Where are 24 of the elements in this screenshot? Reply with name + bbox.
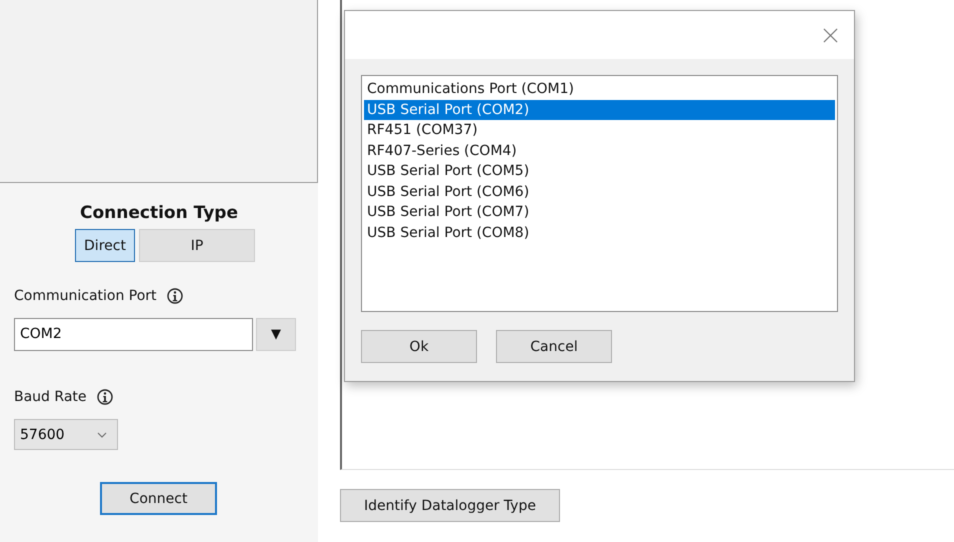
- field-label: Communication Port: [14, 288, 157, 304]
- connection-type-tab[interactable]: IP: [139, 229, 255, 262]
- field-label: Baud Rate: [14, 389, 86, 405]
- baud-rate-dropdown[interactable]: 57600: [14, 419, 118, 450]
- dialog-button[interactable]: Cancel: [496, 330, 612, 363]
- port-list-item[interactable]: USB Serial Port (COM8): [364, 222, 835, 243]
- connection-type-tab[interactable]: Direct: [75, 229, 135, 262]
- identify-datalogger-button[interactable]: Identify Datalogger Type: [340, 489, 560, 522]
- port-list-item[interactable]: USB Serial Port (COM7): [364, 202, 835, 222]
- info-icon[interactable]: [166, 288, 183, 304]
- port-list-item[interactable]: RF451 (COM37): [364, 120, 835, 140]
- chevron-down-icon: [97, 432, 107, 438]
- port-list-item[interactable]: Communications Port (COM1): [364, 79, 835, 100]
- section-title: Connection Type: [79, 203, 239, 223]
- port-list-item[interactable]: RF407-Series (COM4): [364, 140, 835, 161]
- port-list-item[interactable]: USB Serial Port (COM5): [364, 161, 835, 182]
- close-icon[interactable]: [823, 28, 838, 42]
- port-list-item[interactable]: USB Serial Port (COM2): [364, 100, 835, 120]
- port-list-item[interactable]: USB Serial Port (COM6): [364, 182, 835, 202]
- dropdown-button[interactable]: ▼: [256, 318, 296, 351]
- port-input-field[interactable]: COM2: [14, 318, 253, 351]
- connect-button[interactable]: Connect: [100, 482, 217, 515]
- dialog-button[interactable]: Ok: [361, 330, 477, 363]
- info-icon[interactable]: [96, 389, 112, 405]
